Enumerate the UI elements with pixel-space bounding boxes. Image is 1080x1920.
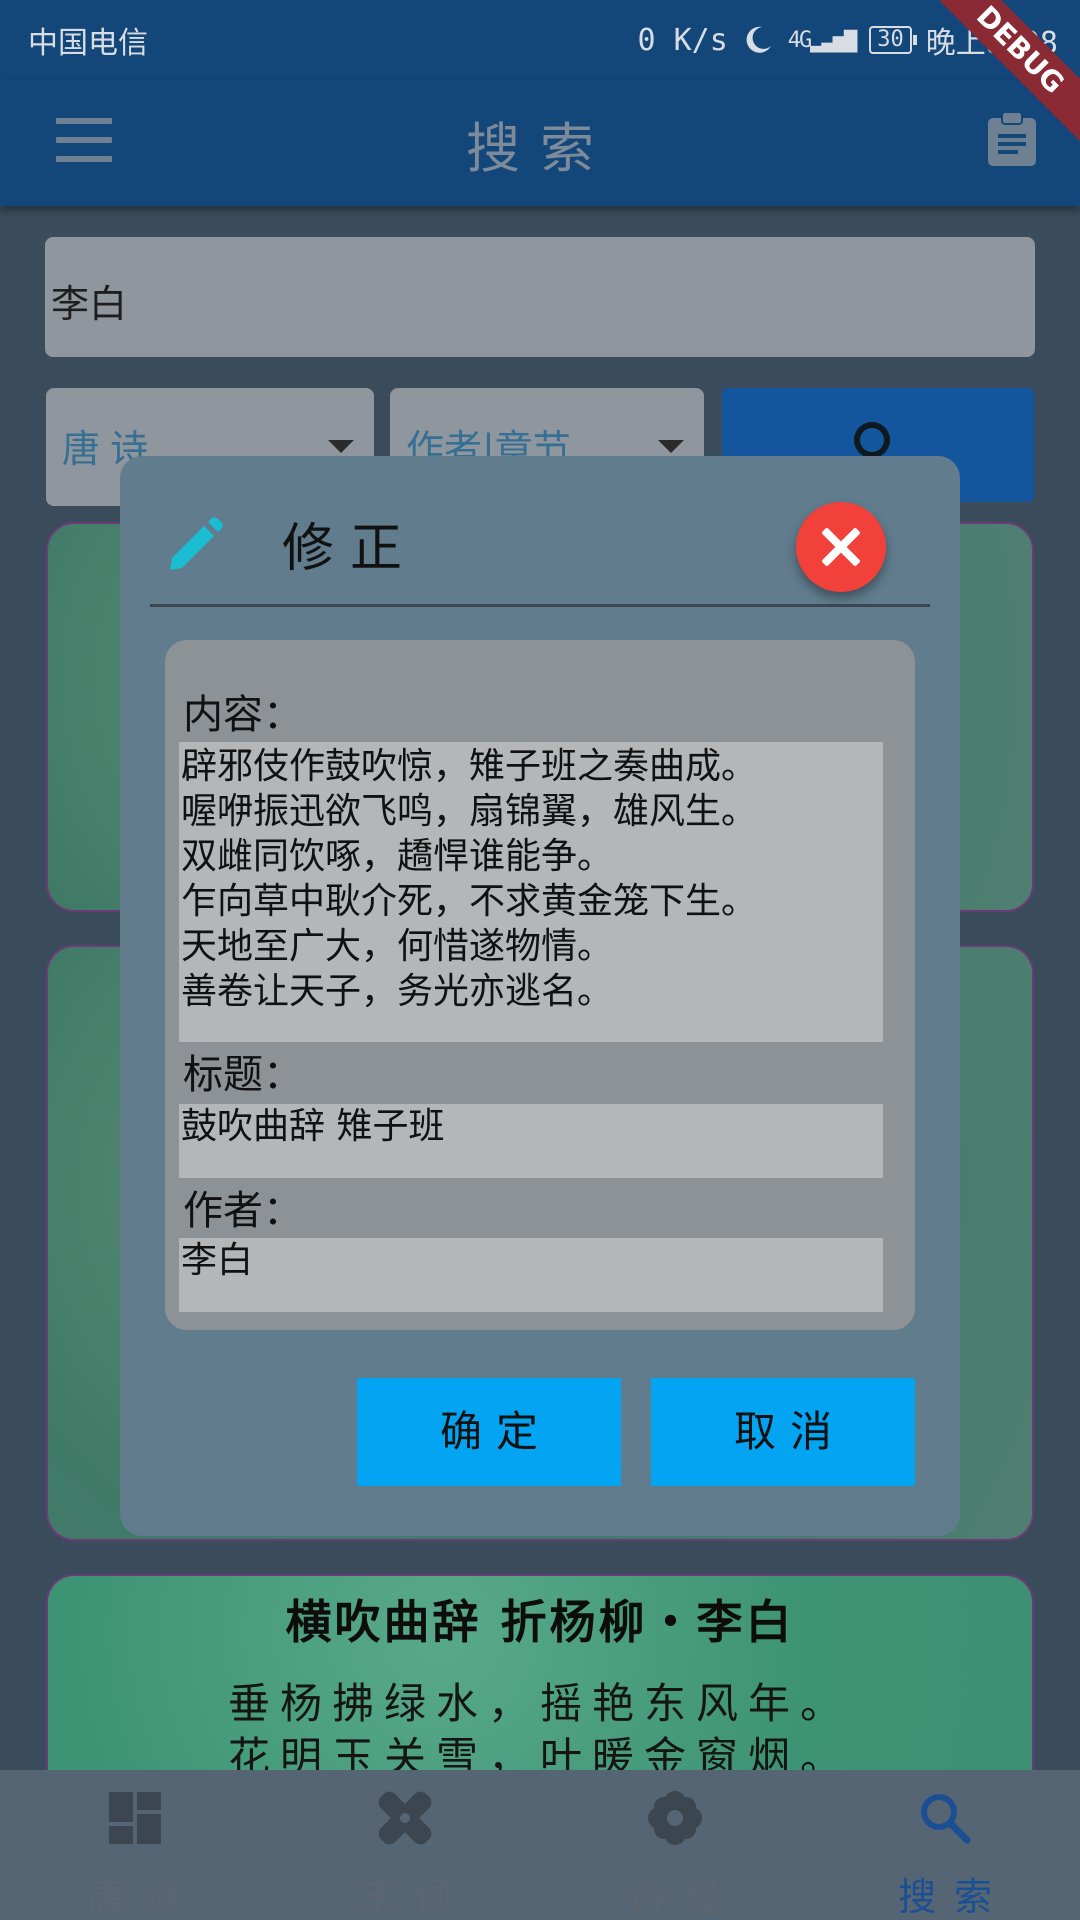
dashboard-icon bbox=[109, 1792, 161, 1844]
healing-icon bbox=[378, 1791, 432, 1845]
battery-icon: 30 bbox=[869, 26, 917, 54]
card-line: 垂杨拂绿水，摇艳东风年。 bbox=[227, 1679, 852, 1728]
title-field[interactable]: 鼓吹曲辞 雉子班 bbox=[179, 1104, 883, 1178]
edit-dialog: 修正 内容： 辟邪伎作鼓吹惊，雉子班之奏曲成。 喔咿振迅欲飞鸣，扇锦翼，雄风生。… bbox=[120, 456, 960, 1536]
nav-label: 宋词 bbox=[357, 1875, 470, 1919]
nav-tab-tangshi[interactable]: 唐诗 bbox=[0, 1770, 270, 1920]
app-bar: 搜索 bbox=[0, 80, 1080, 206]
card-line: 花明玉关雪，叶暖金窗烟。 bbox=[227, 1733, 852, 1770]
search-input[interactable]: 李白 bbox=[45, 237, 1035, 357]
carrier-label: 中国电信 bbox=[28, 26, 148, 61]
card-title: 横吹曲辞 折杨柳・李白 bbox=[285, 1595, 795, 1649]
author-field[interactable]: 李白 bbox=[179, 1238, 883, 1312]
page-title: 搜索 bbox=[466, 117, 614, 180]
search-icon bbox=[921, 1794, 971, 1844]
author-label: 作者： bbox=[183, 1188, 303, 1234]
net-speed: 0 K/s bbox=[637, 22, 728, 58]
bottom-nav: 唐诗 宋词 诗经 搜索 bbox=[0, 1770, 1080, 1920]
status-bar: 中国电信 0 K/s 4G▂▃▅▇ 30 晚上8:08 bbox=[0, 0, 1080, 80]
nav-tab-songci[interactable]: 宋词 bbox=[270, 1770, 540, 1920]
confirm-button[interactable]: 确定 bbox=[357, 1378, 621, 1486]
nav-label: 唐诗 bbox=[87, 1875, 200, 1919]
content-label: 内容： bbox=[183, 692, 303, 738]
pencil-icon bbox=[170, 517, 223, 570]
nav-label: 搜索 bbox=[897, 1875, 1010, 1919]
result-card[interactable]: 横吹曲辞 折杨柳・李白 垂杨拂绿水，摇艳东风年。 花明玉关雪，叶暖金窗烟。 bbox=[46, 1574, 1034, 1770]
title-label: 标题： bbox=[183, 1052, 303, 1098]
chevron-down-icon bbox=[328, 440, 354, 453]
dialog-divider bbox=[150, 604, 930, 607]
nav-label: 诗经 bbox=[627, 1875, 740, 1919]
cancel-button[interactable]: 取消 bbox=[651, 1378, 915, 1486]
signal-icon: 4G▂▃▅▇ bbox=[787, 27, 857, 53]
content-field[interactable]: 辟邪伎作鼓吹惊，雉子班之奏曲成。 喔咿振迅欲飞鸣，扇锦翼，雄风生。 双雌同饮啄，… bbox=[179, 742, 883, 1042]
dialog-title: 修正 bbox=[282, 519, 419, 579]
close-icon[interactable] bbox=[796, 502, 886, 592]
nav-tab-search[interactable]: 搜索 bbox=[810, 1770, 1080, 1920]
chevron-down-icon bbox=[658, 440, 684, 453]
clipboard-icon[interactable] bbox=[986, 110, 1038, 168]
moon-icon bbox=[746, 26, 771, 53]
nav-tab-shijing[interactable]: 诗经 bbox=[540, 1770, 810, 1920]
edit-form: 内容： 辟邪伎作鼓吹惊，雉子班之奏曲成。 喔咿振迅欲飞鸣，扇锦翼，雄风生。 双雌… bbox=[165, 640, 915, 1330]
flower-icon bbox=[648, 1791, 702, 1845]
